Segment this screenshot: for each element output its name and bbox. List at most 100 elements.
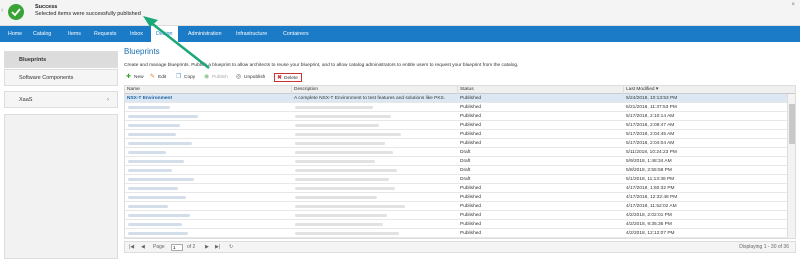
copy-icon: ❐	[176, 74, 182, 80]
redacted-text	[295, 160, 375, 163]
cell-status: Published	[460, 186, 482, 191]
sidebar-item-software-components[interactable]: Software Components	[4, 69, 118, 86]
delete-button[interactable]: ✖ Delete	[274, 73, 302, 82]
redacted-text	[295, 124, 379, 127]
close-icon[interactable]: ×	[791, 2, 795, 8]
cell-status: Published	[460, 204, 482, 209]
publish-button[interactable]: ◉ Publish	[204, 73, 228, 82]
cell-last-modified: 5/17/2018, 2:09:47 AM	[626, 123, 675, 128]
sidebar-item-xaas[interactable]: XaaS ›	[4, 91, 118, 108]
cell-last-modified: 5/11/2018, 10:24:23 PM	[626, 150, 677, 155]
sidebar-empty-area	[4, 114, 118, 259]
main-nav: Home Catalog Items Requests Inbox Design…	[0, 26, 800, 42]
new-button[interactable]: ✚ New	[126, 73, 144, 82]
vertical-scrollbar[interactable]	[787, 94, 795, 238]
table-row[interactable]: Draft 5/1/2018, 11:13:36 PM	[125, 175, 789, 184]
cell-status: Draft	[460, 159, 471, 164]
back-chevron-icon[interactable]: ‹	[1, 7, 3, 14]
nav-catalog[interactable]: Catalog	[28, 26, 56, 42]
plus-icon: ✚	[126, 74, 132, 80]
nav-administration[interactable]: Administration	[183, 26, 227, 42]
cell-status: Draft	[460, 177, 471, 182]
redacted-text	[128, 106, 170, 109]
nav-design[interactable]: Design	[151, 26, 178, 42]
cell-status: Published	[460, 222, 482, 227]
cell-status: Published	[460, 114, 482, 119]
cell-status: Published	[460, 132, 482, 137]
table-row[interactable]: Published 5/21/2018, 11:37:53 PM	[125, 103, 789, 112]
redacted-text	[128, 133, 176, 136]
toolbar: ✚ New ✎ Edit ❐ Copy ◉ Publish ◎ Unpublis…	[124, 73, 796, 83]
cell-status: Published	[460, 105, 482, 110]
table-row[interactable]: Published 5/17/2018, 2:04:04 AM	[125, 139, 789, 148]
table-row[interactable]: Published 4/2/2018, 9:35:36 PM	[125, 220, 789, 229]
redacted-text	[128, 223, 182, 226]
table-row[interactable]: Published 4/17/2018, 12:32:48 PM	[125, 193, 789, 202]
prev-page-icon[interactable]: ◀	[141, 242, 145, 253]
redacted-text	[295, 178, 389, 181]
table-header: Name Description Status Last Modified ▾	[125, 86, 795, 94]
cell-status: Published	[460, 141, 482, 146]
redacted-text	[295, 106, 373, 109]
displaying-count: Displaying 1 - 30 of 36	[739, 244, 789, 250]
table-row[interactable]: NSX-T Environment A complete NSX-T Enviro…	[125, 94, 789, 103]
nav-items[interactable]: Items	[63, 26, 86, 42]
table-row[interactable]: Draft 5/11/2018, 10:24:23 PM	[125, 148, 789, 157]
notification-title: Success	[35, 4, 58, 10]
page-description: Create and manage blueprints. Publish a …	[124, 63, 519, 68]
last-page-icon[interactable]: ▶|	[215, 242, 220, 253]
nav-containers[interactable]: Containers	[278, 26, 314, 42]
redacted-text	[128, 187, 178, 190]
table-row[interactable]: Published 5/17/2018, 2:04:45 AM	[125, 130, 789, 139]
copy-label: Copy	[184, 75, 196, 80]
nav-inbox[interactable]: Inbox	[125, 26, 148, 42]
nav-requests[interactable]: Requests	[89, 26, 121, 42]
edit-button[interactable]: ✎ Edit	[150, 73, 166, 82]
redacted-text	[295, 232, 399, 235]
unpublish-label: Unpublish	[244, 75, 266, 80]
column-name[interactable]: Name	[125, 86, 292, 94]
column-status[interactable]: Status	[458, 86, 624, 94]
cell-description: A complete NSX-T Environment to test fea…	[294, 96, 446, 101]
redacted-text	[128, 142, 192, 145]
table-row[interactable]: Published 4/2/2018, 2:02:01 PM	[125, 211, 789, 220]
unpublish-button[interactable]: ◎ Unpublish	[236, 73, 265, 82]
column-last-modified[interactable]: Last Modified ▾	[624, 86, 795, 94]
cell-last-modified: 5/17/2018, 2:10:14 AM	[626, 114, 675, 119]
cell-status: Draft	[460, 150, 471, 155]
cell-last-modified: 5/17/2018, 2:04:04 AM	[626, 141, 675, 146]
first-page-icon[interactable]: |◀	[129, 242, 134, 253]
redacted-text	[128, 115, 198, 118]
column-description[interactable]: Description	[292, 86, 458, 94]
table-row[interactable]: Published 5/17/2018, 2:09:47 AM	[125, 121, 789, 130]
table-row[interactable]: Published 4/17/2018, 1:60:32 PM	[125, 184, 789, 193]
table-row[interactable]: Published 5/17/2018, 2:10:14 AM	[125, 112, 789, 121]
redacted-text	[128, 151, 166, 154]
nav-infrastructure[interactable]: Infrastructure	[231, 26, 272, 42]
page-number-input[interactable]	[171, 244, 183, 251]
copy-button[interactable]: ❐ Copy	[176, 73, 195, 82]
table-row[interactable]: Published 4/2/2018, 12:12:07 PM	[125, 229, 789, 238]
redacted-text	[128, 196, 186, 199]
redacted-text	[295, 133, 401, 136]
cell-last-modified: 5/24/2018, 10:13:53 PM	[626, 96, 678, 101]
main-content: Blueprints Create and manage blueprints.…	[122, 45, 798, 259]
cell-last-modified: 4/17/2018, 1:60:32 PM	[626, 186, 675, 191]
sidebar-item-label: Software Components	[19, 75, 74, 81]
nav-home[interactable]: Home	[3, 26, 27, 42]
table-row[interactable]: Draft 5/9/2018, 1:48:34 AM	[125, 157, 789, 166]
table-row[interactable]: Draft 5/8/2018, 2:55:58 PM	[125, 166, 789, 175]
next-page-icon[interactable]: ▶	[205, 242, 209, 253]
cell-last-modified: 4/2/2018, 12:12:07 PM	[626, 231, 675, 236]
success-notification: ‹ Success Selected items were successful…	[0, 0, 800, 26]
sidebar-item-label: Blueprints	[19, 57, 47, 63]
redacted-text	[295, 187, 395, 190]
sidebar-item-blueprints[interactable]: Blueprints	[4, 51, 118, 68]
cell-status: Published	[460, 123, 482, 128]
redacted-text	[295, 205, 405, 208]
scrollbar-thumb[interactable]	[789, 104, 795, 144]
redacted-text	[295, 214, 387, 217]
table-row[interactable]: Published 4/17/2018, 11:52:02 AM	[125, 202, 789, 211]
chevron-right-icon: ›	[107, 97, 109, 103]
refresh-icon[interactable]: ↻	[229, 242, 233, 253]
